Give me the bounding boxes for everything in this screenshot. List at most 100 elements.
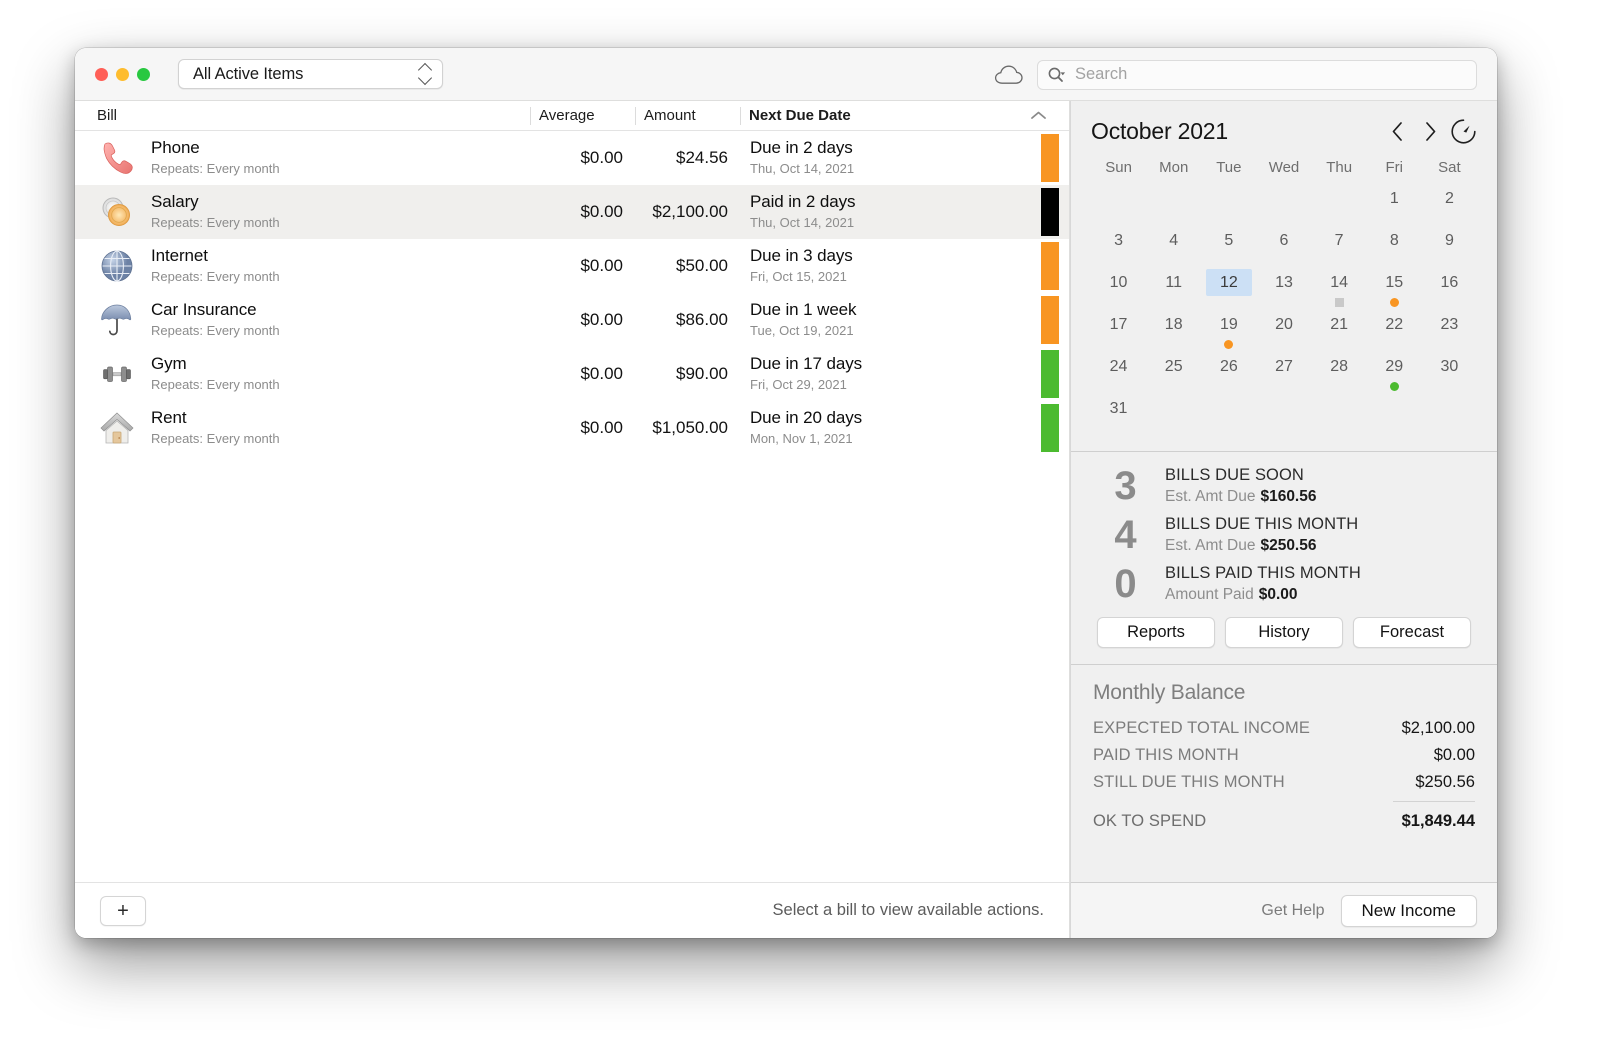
bill-next-due: Due in 2 days Thu, Oct 14, 2021 [740, 138, 1069, 178]
calendar-day-number: 20 [1275, 315, 1293, 333]
calendar-day-cell[interactable]: 22 [1367, 311, 1422, 353]
calendar-week-row: 31 [1091, 395, 1477, 437]
summary-button-reports[interactable]: Reports [1097, 617, 1215, 648]
calendar-week-row: 3 4 5 6 7 8 9 [1091, 227, 1477, 269]
calendar-day-cell[interactable]: 25 [1146, 353, 1201, 395]
calendar-day-number: 4 [1169, 231, 1179, 249]
calendar-day-cell[interactable]: 18 [1146, 311, 1201, 353]
calendar-day-cell[interactable]: 13 [1256, 269, 1311, 311]
calendar-day-cell[interactable]: 17 [1091, 311, 1146, 353]
calendar-day-number: 13 [1275, 273, 1293, 291]
summary-text: BILLS DUE THIS MONTH Est. Amt Due $250.56 [1165, 515, 1358, 555]
calendar-day-marker [1224, 340, 1234, 349]
summary-count: 0 [1114, 562, 1136, 606]
status-color-bar [1041, 134, 1059, 182]
bill-text: Internet Repeats: Every month [151, 246, 280, 286]
balance-value: $250.56 [1415, 773, 1475, 791]
bill-name: Phone [151, 138, 200, 158]
filter-popup-button[interactable]: All Active Items [178, 59, 443, 89]
table-row[interactable]: Rent Repeats: Every month $0.00 $1,050.0… [75, 401, 1069, 455]
calendar-day-cell[interactable]: 11 [1146, 269, 1201, 311]
table-row[interactable]: Internet Repeats: Every month $0.00 $50.… [75, 239, 1069, 293]
calendar-empty-cell [1422, 395, 1477, 437]
calendar-day-cell[interactable]: 27 [1256, 353, 1311, 395]
table-row[interactable]: Car Insurance Repeats: Every month $0.00… [75, 293, 1069, 347]
bill-amount: $86.00 [676, 310, 728, 329]
calendar-day-cell[interactable]: 10 [1091, 269, 1146, 311]
summary-button-history[interactable]: History [1225, 617, 1343, 648]
get-help-link[interactable]: Get Help [1261, 902, 1324, 920]
balance-divider [1393, 801, 1475, 802]
calendar-day-cell[interactable]: 24 [1091, 353, 1146, 395]
calendar: October 2021 Sun Mon Tue Wed Thu Fri Sat… [1071, 101, 1497, 452]
calendar-day-cell[interactable]: 16 [1422, 269, 1477, 311]
summary-sub-value: $250.56 [1260, 537, 1317, 554]
calendar-day-cell[interactable]: 23 [1422, 311, 1477, 353]
bill-text: Car Insurance Repeats: Every month [151, 300, 280, 340]
summary-item: 4 BILLS DUE THIS MONTH Est. Amt Due $250.… [1091, 515, 1477, 555]
calendar-day-number: 27 [1275, 357, 1293, 375]
search-field[interactable] [1037, 59, 1477, 90]
calendar-day-cell[interactable]: 19 [1201, 311, 1256, 353]
close-button-icon[interactable] [95, 67, 108, 81]
calendar-prev-button[interactable] [1383, 117, 1411, 145]
calendar-weekday-label: Mon [1159, 159, 1189, 176]
bill-cell: Gym Repeats: Every month [75, 354, 530, 394]
calendar-day-cell[interactable]: 9 [1422, 227, 1477, 269]
add-bill-button[interactable]: + [100, 895, 146, 926]
bill-repeat: Repeats: Every month [151, 160, 280, 176]
table-row[interactable]: Gym Repeats: Every month $0.00 $90.00 Du… [75, 347, 1069, 401]
minimize-button-icon[interactable] [116, 67, 129, 81]
calendar-day-cell[interactable]: 26 [1201, 353, 1256, 395]
calendar-day-cell[interactable]: 4 [1146, 227, 1201, 269]
umbrella-icon [97, 300, 137, 340]
calendar-day-number: 1 [1389, 189, 1399, 207]
summary-item: 3 BILLS DUE SOON Est. Amt Due $160.56 [1091, 466, 1477, 506]
column-header-bill[interactable]: Bill [75, 101, 530, 131]
next-due-sub: Fri, Oct 15, 2021 [750, 268, 847, 284]
calendar-day-cell[interactable]: 6 [1256, 227, 1311, 269]
bill-next-due: Due in 3 days Fri, Oct 15, 2021 [740, 246, 1069, 286]
calendar-day-cell[interactable]: 1 [1367, 185, 1422, 227]
search-icon[interactable] [1047, 66, 1067, 84]
column-header-next-due-date[interactable]: Next Due Date [740, 101, 1069, 131]
bills-pane: Bill Average Amount Next Due Date Phone … [75, 101, 1070, 938]
telephone-icon [103, 142, 133, 174]
table-row[interactable]: Phone Repeats: Every month $0.00 $24.56 … [75, 131, 1069, 185]
calendar-day-cell[interactable]: 3 [1091, 227, 1146, 269]
zoom-button-icon[interactable] [137, 67, 150, 81]
calendar-grid: 1 2 3 4 5 6 7 8 9 10 11 12 13 14 15 16 17 18 19 20 21 22 23 24 2… [1091, 185, 1477, 437]
calendar-day-cell[interactable]: 12 [1201, 269, 1256, 311]
sort-ascending-icon[interactable] [1030, 107, 1047, 124]
calendar-day-cell[interactable]: 28 [1312, 353, 1367, 395]
column-header-average[interactable]: Average [530, 101, 635, 131]
calendar-day-cell[interactable]: 29 [1367, 353, 1422, 395]
calendar-day-cell[interactable]: 8 [1367, 227, 1422, 269]
calendar-weekday-label: Tue [1216, 159, 1242, 176]
calendar-day-cell[interactable]: 15 [1367, 269, 1422, 311]
summary-title: BILLS PAID THIS MONTH [1165, 564, 1361, 582]
calendar-day-cell[interactable]: 20 [1256, 311, 1311, 353]
calendar-day-cell[interactable]: 21 [1312, 311, 1367, 353]
table-row[interactable]: Salary Repeats: Every month $0.00 $2,100… [75, 185, 1069, 239]
next-due-main: Due in 17 days [750, 354, 863, 374]
search-input[interactable] [1075, 65, 1467, 84]
calendar-day-number: 28 [1330, 357, 1349, 375]
cloud-sync-button[interactable] [985, 55, 1033, 95]
calendar-today-button[interactable] [1449, 117, 1477, 145]
calendar-day-cell[interactable]: 7 [1312, 227, 1367, 269]
calendar-next-button[interactable] [1416, 117, 1444, 145]
status-color-bar [1041, 350, 1059, 398]
calendar-day-marker [1389, 298, 1399, 307]
summary-button-forecast[interactable]: Forecast [1353, 617, 1471, 648]
calendar-day-cell[interactable]: 31 [1091, 395, 1146, 437]
calendar-day-cell[interactable]: 2 [1422, 185, 1477, 227]
calendar-day-cell[interactable]: 30 [1422, 353, 1477, 395]
monthly-balance-title: Monthly Balance [1093, 681, 1246, 704]
column-header-amount[interactable]: Amount [635, 101, 740, 131]
calendar-day-cell[interactable]: 14 [1312, 269, 1367, 311]
new-income-button[interactable]: New Income [1340, 894, 1477, 927]
bill-average: $0.00 [580, 418, 623, 437]
calendar-day-cell[interactable]: 5 [1201, 227, 1256, 269]
magnifier-glyph [1048, 67, 1066, 82]
